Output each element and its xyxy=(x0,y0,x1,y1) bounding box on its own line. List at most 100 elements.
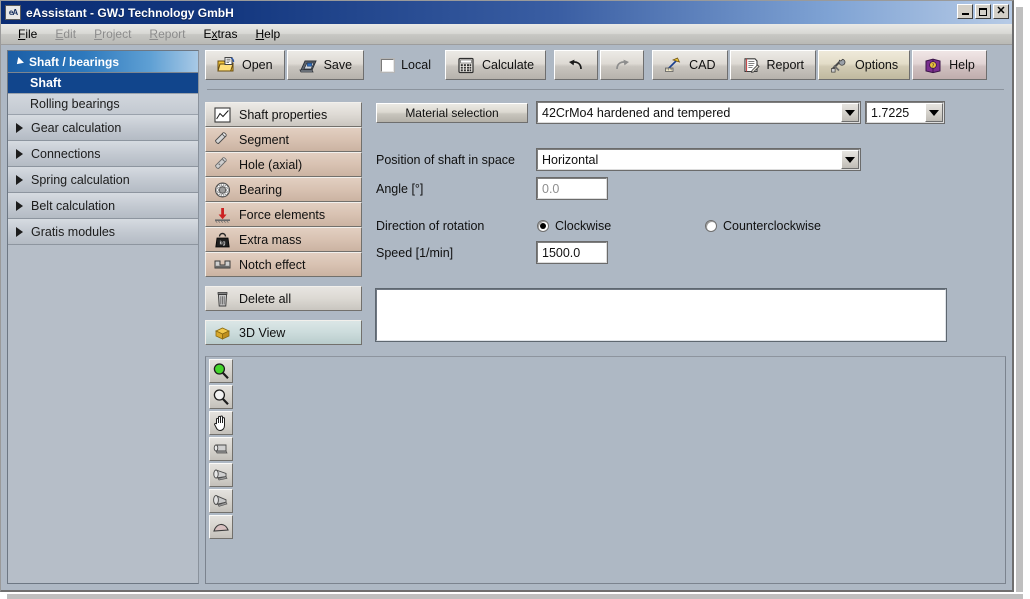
save-button-label: Save xyxy=(324,58,353,72)
window-body: Shaft / bearings Shaft Rolling bearings … xyxy=(1,45,1012,590)
zoom-out-button[interactable] xyxy=(209,385,233,409)
shaft-properties-button[interactable]: Shaft properties xyxy=(205,102,362,127)
options-button-label: Options xyxy=(855,58,898,72)
material-combo-value: 42CrMo4 hardened and tempered xyxy=(538,106,841,120)
extra-mass-label: Extra mass xyxy=(239,233,302,247)
force-elements-button[interactable]: Force elements xyxy=(205,202,362,227)
maximize-button[interactable] xyxy=(975,4,991,19)
sidebar-group-gear-calculation-label: Gear calculation xyxy=(31,121,121,135)
cylinder-icon xyxy=(214,132,231,148)
svg-text:kg: kg xyxy=(219,240,225,246)
app-icon: eA xyxy=(5,5,21,20)
angle-input[interactable]: 0.0 xyxy=(537,178,607,199)
minimize-button[interactable] xyxy=(957,4,973,19)
hole-axial-label: Hole (axial) xyxy=(239,158,302,172)
bearing-button[interactable]: Bearing xyxy=(205,177,362,202)
speed-input[interactable]: 1500.0 xyxy=(537,242,607,263)
cylinder-segment-icon xyxy=(212,440,230,458)
shaft-form: Material selection 42CrMo4 hardened and … xyxy=(376,102,1006,345)
calculate-button[interactable]: Calculate xyxy=(445,50,546,80)
sidebar-item-shaft[interactable]: Shaft xyxy=(8,73,198,94)
floppy-disk-icon xyxy=(299,57,317,74)
save-button[interactable]: Save xyxy=(287,50,365,80)
sidebar-item-shaft-label: Shaft xyxy=(30,76,61,90)
cube-3d-icon xyxy=(214,325,231,341)
cad-button[interactable]: CAD xyxy=(652,50,727,80)
curve-segment-button[interactable] xyxy=(209,515,233,539)
position-combo-value: Horizontal xyxy=(538,153,841,167)
view-3d-label: 3D View xyxy=(239,326,285,340)
cone-segment-button[interactable] xyxy=(209,463,233,487)
sidebar-group-shaft-bearings[interactable]: Shaft / bearings xyxy=(8,51,198,73)
zoom-in-button[interactable] xyxy=(209,359,233,383)
chevron-down-icon[interactable] xyxy=(841,103,859,122)
zoom-out-icon xyxy=(212,388,230,406)
hole-axial-button[interactable]: Hole (axial) xyxy=(205,152,362,177)
calculate-button-label: Calculate xyxy=(482,58,534,72)
speed-value: 1500.0 xyxy=(542,246,580,260)
message-panel xyxy=(376,289,946,341)
menu-item-file[interactable]: File xyxy=(9,26,46,42)
material-combo[interactable]: 42CrMo4 hardened and tempered xyxy=(537,102,860,123)
application-window: eA eAssistant - GWJ Technology GmbH ✕ Fi… xyxy=(0,0,1014,592)
open-button-label: Open xyxy=(242,58,273,72)
menu-item-project: Project xyxy=(85,26,140,42)
drawing-canvas[interactable] xyxy=(234,357,1005,583)
segment-label: Segment xyxy=(239,133,289,147)
toolbar-separator xyxy=(646,50,650,80)
sidebar-item-rolling-bearings[interactable]: Rolling bearings xyxy=(8,94,198,115)
notch-icon xyxy=(214,257,231,273)
radio-counterclockwise[interactable]: Counterclockwise xyxy=(705,219,821,233)
sidebar-empty-area xyxy=(8,245,198,583)
help-button-label: Help xyxy=(949,58,975,72)
calculator-icon xyxy=(457,57,475,74)
undo-button[interactable] xyxy=(554,50,598,80)
sidebar-group-connections[interactable]: Connections xyxy=(8,141,198,167)
delete-all-label: Delete all xyxy=(239,292,291,306)
open-button[interactable]: Open xyxy=(205,50,285,80)
menu-item-report: Report xyxy=(140,26,194,42)
radio-clockwise[interactable]: Clockwise xyxy=(537,219,705,233)
sidebar-group-belt-calculation-label: Belt calculation xyxy=(31,199,115,213)
view-3d-button[interactable]: 3D View xyxy=(205,320,362,345)
chevron-down-icon[interactable] xyxy=(925,103,943,122)
curve-segment-icon xyxy=(212,518,230,536)
sidebar-group-header-label: Shaft / bearings xyxy=(29,55,119,69)
chart-icon xyxy=(214,107,231,123)
chevron-right-icon xyxy=(16,123,23,133)
local-checkbox-label: Local xyxy=(401,58,431,72)
sidebar-group-belt-calculation[interactable]: Belt calculation xyxy=(8,193,198,219)
close-button[interactable]: ✕ xyxy=(993,4,1009,19)
force-elements-label: Force elements xyxy=(239,208,325,222)
button-gap xyxy=(205,277,362,286)
extra-mass-button[interactable]: kg Extra mass xyxy=(205,227,362,252)
material-selection-button[interactable]: Material selection xyxy=(376,103,528,123)
cone-segment-alt-button[interactable] xyxy=(209,489,233,513)
segment-button[interactable]: Segment xyxy=(205,127,362,152)
cylinder-segment-button[interactable] xyxy=(209,437,233,461)
sidebar-group-gear-calculation[interactable]: Gear calculation xyxy=(8,115,198,141)
options-button[interactable]: Options xyxy=(818,50,910,80)
menu-item-help[interactable]: Help xyxy=(246,26,289,42)
chevron-right-icon xyxy=(16,201,23,211)
sidebar-group-gratis-modules[interactable]: Gratis modules xyxy=(8,219,198,245)
menu-item-edit: Edit xyxy=(46,26,85,42)
menu-help-label: elp xyxy=(264,27,280,41)
menu-item-extras[interactable]: Extras xyxy=(194,26,246,42)
material-number-combo[interactable]: 1.7225 xyxy=(866,102,944,123)
delete-all-button[interactable]: Delete all xyxy=(205,286,362,311)
redo-button[interactable] xyxy=(600,50,644,80)
sidebar-group-spring-calculation[interactable]: Spring calculation xyxy=(8,167,198,193)
notch-effect-label: Notch effect xyxy=(239,258,305,272)
right-pane: Open Save Local xyxy=(205,50,1006,584)
pan-button[interactable] xyxy=(209,411,233,435)
notch-effect-button[interactable]: Notch effect xyxy=(205,252,362,277)
chevron-down-icon xyxy=(14,57,24,67)
help-button[interactable]: ? Help xyxy=(912,50,987,80)
report-button[interactable]: Report xyxy=(730,50,817,80)
position-combo[interactable]: Horizontal xyxy=(537,149,860,170)
local-checkbox[interactable]: Local xyxy=(372,50,443,80)
chevron-down-icon[interactable] xyxy=(841,150,859,169)
position-row: Position of shaft in space Horizontal xyxy=(376,149,1006,170)
redo-arrow-icon xyxy=(613,57,631,74)
